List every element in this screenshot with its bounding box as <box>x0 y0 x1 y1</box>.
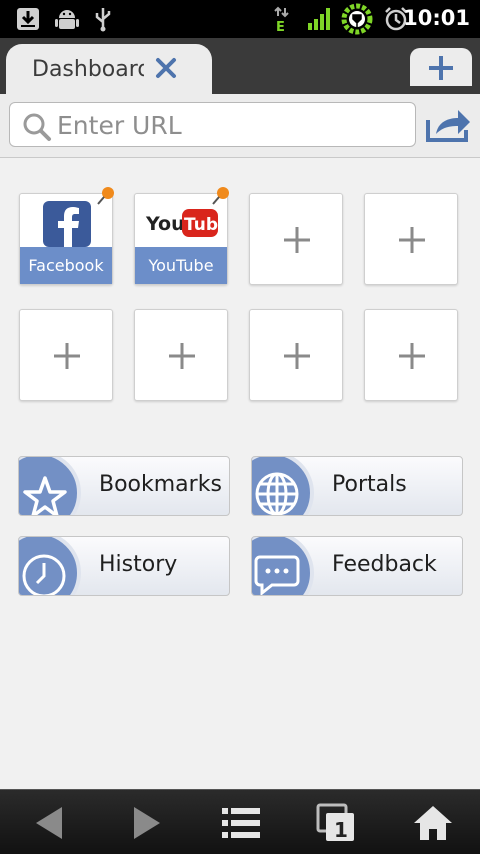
clock-icon <box>22 554 66 595</box>
bookmarks-button[interactable]: Bookmarks <box>18 456 230 516</box>
history-button[interactable]: History <box>18 536 230 596</box>
plus-icon <box>284 227 310 253</box>
feedback-icon-circle <box>252 537 314 595</box>
network-type-label: E <box>276 20 285 32</box>
portals-label: Portals <box>332 472 407 497</box>
bookmarks-icon-circle <box>19 457 81 515</box>
menu-list-icon[interactable] <box>216 802 266 844</box>
portals-button[interactable]: Portals <box>251 456 463 516</box>
new-tab-button[interactable] <box>410 48 472 86</box>
forward-arrow-icon[interactable] <box>120 802 170 844</box>
battery-charging-icon <box>341 3 373 35</box>
feedback-label: Feedback <box>332 552 437 577</box>
usb-icon <box>95 8 111 32</box>
history-label: History <box>99 552 178 577</box>
globe-icon <box>255 472 299 515</box>
history-icon-circle <box>19 537 81 595</box>
speed-dial-label: Facebook <box>20 247 112 284</box>
pin-icon <box>212 187 229 205</box>
status-bar: E 10:01 <box>0 0 480 38</box>
share-icon[interactable] <box>424 106 472 144</box>
android-icon <box>55 10 79 29</box>
home-icon[interactable] <box>408 802 458 844</box>
plus-icon <box>399 227 425 253</box>
plus-icon <box>169 343 195 369</box>
tabs-icon[interactable]: 1 <box>312 802 362 844</box>
youtube-logo-you: You <box>145 213 185 235</box>
speed-dial-empty-slot[interactable] <box>249 193 343 285</box>
plus-icon <box>399 343 425 369</box>
status-clock: 10:01 <box>403 6 470 30</box>
speed-dial-empty-slot[interactable] <box>364 309 458 401</box>
speed-dial-empty-slot[interactable] <box>19 309 113 401</box>
url-placeholder: Enter URL <box>57 111 182 140</box>
speed-dial-label: YouTube <box>135 247 227 284</box>
bottom-toolbar: 1 <box>0 789 480 854</box>
signal-icon <box>308 8 330 30</box>
facebook-logo-icon <box>43 201 91 247</box>
tab-count: 1 <box>334 818 348 842</box>
portals-icon-circle <box>252 457 314 515</box>
youtube-logo-icon: You Tube <box>145 209 219 237</box>
speed-dial-empty-slot[interactable] <box>249 309 343 401</box>
tab-bar: Dashboard <box>0 38 480 94</box>
pin-icon <box>97 187 114 205</box>
speed-dial-youtube[interactable]: You Tube YouTube <box>134 187 229 285</box>
back-arrow-icon[interactable] <box>26 802 76 844</box>
download-icon <box>17 8 39 30</box>
tab-dashboard[interactable]: Dashboard <box>6 44 212 94</box>
close-icon[interactable] <box>154 56 178 80</box>
speed-dial-empty-slot[interactable] <box>364 193 458 285</box>
data-arrows-icon: E <box>274 6 289 32</box>
plus-icon <box>54 343 80 369</box>
plus-icon <box>284 343 310 369</box>
feedback-button[interactable]: Feedback <box>251 536 463 596</box>
tab-title: Dashboard <box>32 57 144 82</box>
speed-dial-empty-slot[interactable] <box>134 309 228 401</box>
url-input[interactable]: Enter URL <box>9 102 416 147</box>
chat-bubble-icon <box>254 555 300 595</box>
url-bar: Enter URL <box>0 94 480 158</box>
search-icon <box>23 113 51 141</box>
star-icon <box>23 476 67 515</box>
plus-icon <box>429 56 453 80</box>
speed-dial-facebook[interactable]: Facebook <box>19 187 114 285</box>
bookmarks-label: Bookmarks <box>99 472 222 497</box>
youtube-logo-tube: Tube <box>184 215 219 235</box>
